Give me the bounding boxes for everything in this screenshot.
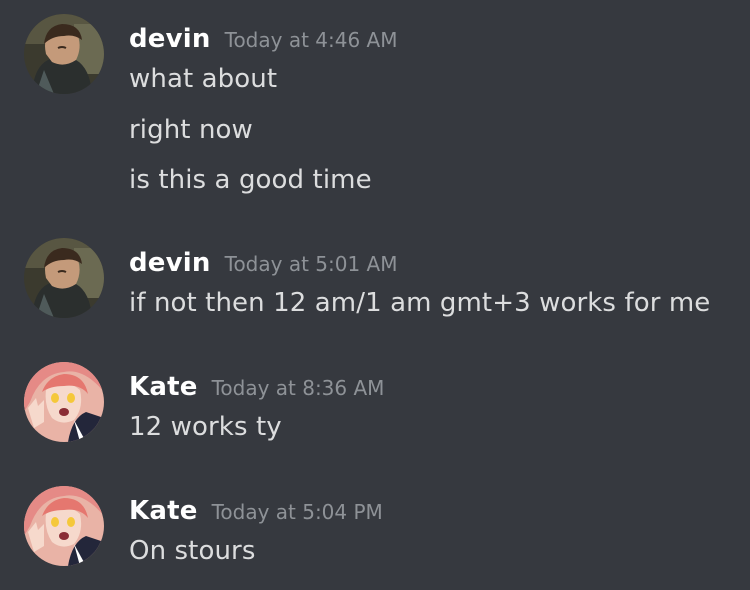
username[interactable]: Kate — [129, 372, 198, 402]
avatar[interactable] — [24, 362, 104, 442]
username[interactable]: Kate — [129, 496, 198, 526]
avatar[interactable] — [24, 238, 104, 318]
message-text: is this a good time — [129, 165, 372, 195]
message-header: Kate Today at 5:04 PM — [129, 496, 383, 536]
timestamp[interactable]: Today at 5:04 PM — [212, 500, 383, 524]
message-text: right now — [129, 115, 253, 145]
message-text: if not then 12 am/1 am gmt+3 works for m… — [129, 288, 711, 318]
timestamp[interactable]: Today at 8:36 AM — [212, 376, 385, 400]
avatar[interactable] — [24, 14, 104, 94]
username[interactable]: devin — [129, 24, 211, 54]
message-header: Kate Today at 8:36 AM — [129, 372, 384, 412]
avatar[interactable] — [24, 486, 104, 566]
message-header: devin Today at 5:01 AM — [129, 248, 398, 288]
message-text: 12 works ty — [129, 412, 282, 442]
timestamp[interactable]: Today at 5:01 AM — [225, 252, 398, 276]
message-text: On stours — [129, 536, 256, 566]
timestamp[interactable]: Today at 4:46 AM — [225, 28, 398, 52]
message-header: devin Today at 4:46 AM — [129, 24, 398, 64]
message-text: what about — [129, 64, 278, 94]
pink-hair-anime-girl-avatar-icon — [24, 486, 104, 566]
username[interactable]: devin — [129, 248, 211, 278]
man-in-hood-avatar-icon — [24, 238, 104, 318]
chat-messages: devin Today at 4:46 AM what about right n… — [0, 0, 750, 590]
man-in-hood-avatar-icon — [24, 14, 104, 94]
pink-hair-anime-girl-avatar-icon — [24, 362, 104, 442]
